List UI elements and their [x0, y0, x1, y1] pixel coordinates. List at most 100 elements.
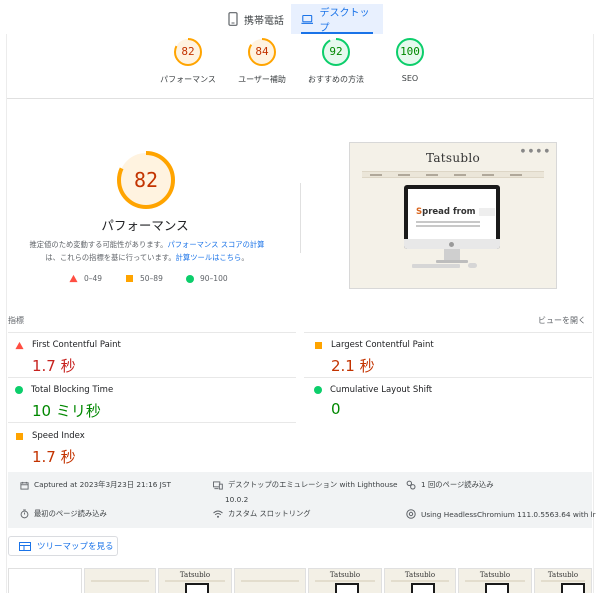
info-text: デスクトップのエミュレーション with Lighthouse — [228, 480, 398, 489]
preview-imac-image: Spread from — [404, 185, 500, 249]
score-ring: 100 — [395, 37, 425, 67]
legend-pass: 90–100 — [186, 274, 228, 283]
preview-navbar — [362, 171, 544, 178]
treemap-button-label: ツリーマップを見る — [37, 542, 114, 552]
filmstrip-logo: Tatsublo — [179, 571, 211, 579]
vertical-divider — [300, 183, 301, 253]
tab-active-indicator — [301, 32, 373, 34]
filmstrip-logo: Tatsublo — [479, 571, 511, 579]
metric-cls: Cumulative Layout Shift 0 — [314, 385, 574, 418]
filmstrip-frame: Tatsublo — [308, 568, 382, 593]
timer-icon — [20, 509, 29, 519]
green-circle-icon — [15, 386, 23, 394]
metric-value: 2.1 秒 — [331, 357, 375, 375]
calendar-icon — [20, 481, 29, 490]
metric-name: Speed Index — [32, 431, 85, 441]
legend-fail: 0–49 — [69, 274, 102, 283]
metric-speed-index: Speed Index 1.7 秒 — [15, 431, 275, 467]
chrome-icon — [406, 509, 416, 519]
performance-description: 推定値のため変動する可能性があります。パフォーマンス スコアの計算 は、これらの… — [22, 238, 272, 264]
info-text: Captured at 2023年3月23日 21:16 JST — [34, 480, 171, 489]
gauge-seo[interactable]: 100 SEO — [365, 37, 455, 83]
info-text: 1 回のページ読み込み — [421, 480, 494, 489]
score-value: 92 — [329, 45, 343, 58]
tab-mobile[interactable]: 携帯電話 — [218, 4, 294, 34]
metric-name: First Contentful Paint — [32, 340, 121, 350]
score-value: 100 — [400, 45, 420, 58]
info-page-loads: 1 回のページ読み込み — [406, 480, 494, 490]
info-text: カスタム スロットリング — [228, 509, 311, 518]
filmstrip-frame: Tatsublo — [158, 568, 232, 593]
metric-name: Largest Contentful Paint — [331, 340, 434, 350]
orange-square-icon — [315, 341, 322, 349]
desc-text: 。 — [241, 253, 249, 262]
metric-value: 1.7 秒 — [32, 357, 76, 375]
desc-text: 推定値のため変動する可能性があります。 — [29, 240, 168, 249]
metric-value: 1.7 秒 — [32, 448, 76, 466]
score-value: 84 — [255, 45, 269, 58]
multiple-loads-icon — [406, 480, 416, 490]
filmstrip-logo: Tatsublo — [404, 571, 436, 579]
info-text: 最初のページ読み込み — [34, 509, 107, 518]
metrics-title: 指標 — [8, 316, 24, 325]
legend-average: 50–89 — [125, 274, 163, 283]
performance-score: 82 — [133, 168, 159, 192]
phone-icon — [228, 12, 238, 26]
info-throttling: カスタム スロットリング — [213, 509, 311, 519]
filmstrip-frame — [84, 568, 156, 593]
preview-site-logo: Tatsublo — [425, 151, 481, 165]
metric-value: 0 — [331, 400, 341, 418]
score-ring: 92 — [321, 37, 351, 67]
metric-lcp: Largest Contentful Paint 2.1 秒 — [314, 340, 574, 376]
info-emulation: デスクトップのエミュレーション with Lighthouse — [213, 480, 398, 490]
metric-tbt: Total Blocking Time 10 ミリ秒 — [15, 385, 275, 421]
report-border-left — [6, 34, 7, 593]
legend-label: 90–100 — [200, 274, 228, 283]
metric-name: Cumulative Layout Shift — [330, 385, 433, 395]
final-screenshot[interactable]: ● ● ● ● Tatsublo Spread from — [349, 142, 557, 289]
filmstrip: Tatsublo Tatsublo Tatsublo Tatsublo Tats… — [8, 568, 592, 593]
preview-keyboard — [412, 264, 460, 268]
calculator-link[interactable]: 計算ツールはこちら — [176, 253, 242, 262]
metric-name: Total Blocking Time — [31, 385, 114, 395]
green-circle-icon — [314, 386, 322, 394]
preview-hero-text: Spread from — [416, 207, 495, 217]
tab-desktop[interactable]: デスクトップ — [291, 4, 383, 34]
filmstrip-frame: Tatsublo — [384, 568, 456, 593]
info-captured: Captured at 2023年3月23日 21:16 JST — [20, 480, 171, 490]
score-calculation-link[interactable]: パフォーマンス スコアの計算 — [167, 240, 264, 249]
info-lighthouse-version: 10.0.2 — [225, 495, 248, 504]
red-triangle-icon — [69, 274, 78, 283]
divider — [7, 98, 593, 99]
filmstrip-logo: Tatsublo — [547, 571, 579, 579]
filmstrip-frame: Tatsublo — [534, 568, 592, 593]
red-triangle-icon — [15, 341, 24, 349]
view-treemap-button[interactable]: ツリーマップを見る — [8, 536, 118, 556]
tab-mobile-label: 携帯電話 — [244, 15, 284, 27]
device-emulation-icon — [213, 480, 223, 490]
gauge-label: SEO — [401, 74, 419, 83]
score-value: 82 — [181, 45, 195, 58]
green-circle-icon — [186, 274, 194, 283]
info-browser: Using HeadlessChromium 111.0.5563.64 wit… — [406, 509, 596, 519]
performance-title: パフォーマンス — [101, 218, 189, 233]
info-text: 10.0.2 — [225, 495, 249, 504]
treemap-icon — [19, 541, 31, 551]
metric-value: 10 ミリ秒 — [32, 402, 101, 420]
orange-square-icon — [126, 275, 133, 282]
laptop-icon — [301, 14, 314, 24]
metric-fcp: First Contentful Paint 1.7 秒 — [15, 340, 275, 376]
score-ring: 84 — [247, 37, 277, 67]
wifi-icon — [213, 510, 223, 518]
device-tabs: 携帯電話 デスクトップ — [0, 0, 600, 34]
info-initial-load: 最初のページ読み込み — [20, 509, 107, 519]
apple-logo-icon — [449, 242, 454, 247]
filmstrip-frame — [8, 568, 82, 593]
performance-gauge: 82 — [116, 150, 176, 210]
preview-mouse — [468, 263, 477, 268]
filmstrip-frame: Tatsublo — [458, 568, 532, 593]
orange-square-icon — [16, 432, 23, 440]
run-info-panel: Captured at 2023年3月23日 21:16 JST デスクトップの… — [8, 472, 596, 528]
tab-desktop-label: デスクトップ — [319, 8, 370, 34]
expand-view-toggle[interactable]: ビューを開く — [538, 315, 586, 326]
